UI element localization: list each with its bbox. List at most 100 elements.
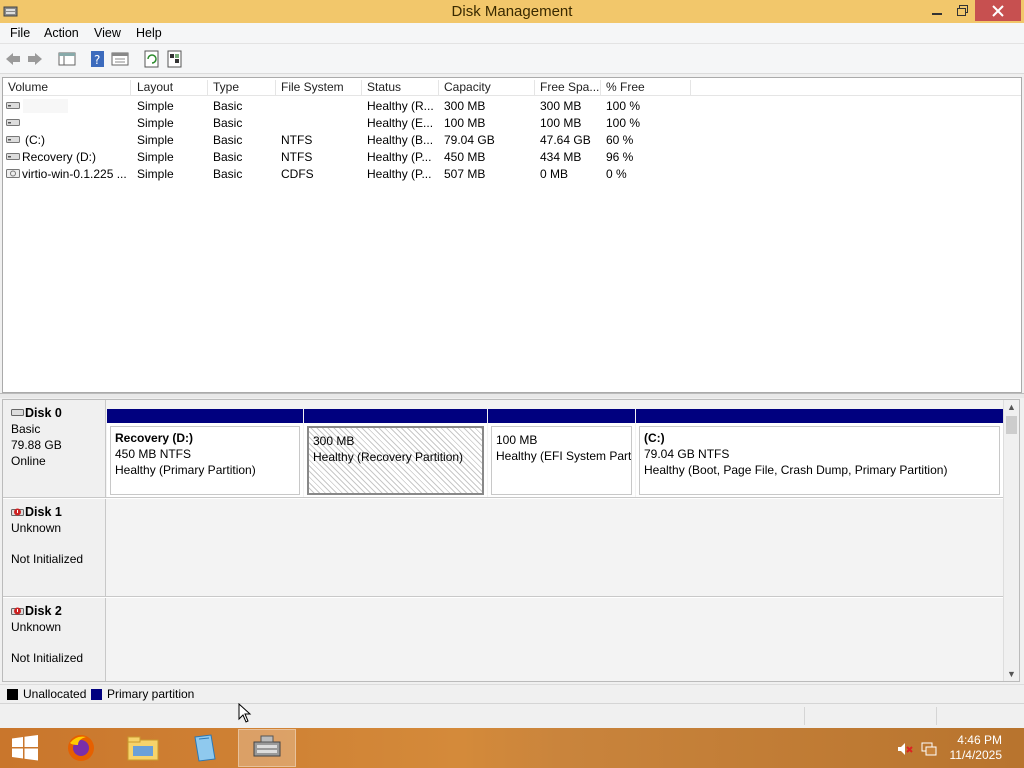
cell-layout: Simple: [137, 150, 174, 164]
status-bar: [0, 703, 1024, 728]
disk-1-type: Unknown: [11, 521, 62, 535]
disk-2-type: Unknown: [11, 620, 62, 634]
cell-file-system: NTFS: [281, 150, 313, 164]
column-header-layout[interactable]: Layout: [132, 80, 208, 96]
close-button[interactable]: [975, 0, 1021, 21]
drive-icon: [6, 119, 20, 126]
column-header-status[interactable]: Status: [362, 80, 439, 96]
partition-status: Healthy (Boot, Page File, Crash Dump, Pr…: [644, 463, 948, 477]
taskbar-help-app[interactable]: [176, 729, 234, 767]
disk-view-scrollbar[interactable]: ▲ ▼: [1003, 400, 1019, 681]
volume-list: Volume Layout Type File System Status Ca…: [2, 77, 1022, 393]
disk-0-partitions: Recovery (D:) 450 MB NTFS Healthy (Prima…: [106, 400, 1006, 498]
back-icon[interactable]: [4, 50, 22, 68]
cell-file-system: CDFS: [281, 167, 314, 181]
menu-view[interactable]: View: [94, 26, 121, 40]
table-row[interactable]: virtio-win-0.1.225 ... Simple Basic CDFS…: [3, 165, 1021, 182]
cell-status: Healthy (P...: [367, 150, 432, 164]
taskbar-clock[interactable]: 4:46 PM 11/4/2025: [950, 733, 1003, 763]
drive-icon: [6, 153, 20, 160]
menu-action[interactable]: Action: [44, 26, 79, 40]
toolbar: ?: [0, 44, 1024, 74]
pane-splitter[interactable]: [0, 393, 1024, 398]
help-icon[interactable]: ?: [89, 50, 107, 68]
refresh-icon[interactable]: [143, 50, 161, 68]
cell-volume: [23, 99, 68, 113]
disk-2-area[interactable]: [106, 598, 1006, 681]
clock-time: 4:46 PM: [957, 733, 1002, 747]
partition-body: Recovery (D:) 450 MB NTFS Healthy (Prima…: [110, 426, 300, 495]
cell-layout: Simple: [137, 167, 174, 181]
disk-1-name: Disk 1: [11, 505, 105, 519]
scroll-up-icon[interactable]: ▲: [1007, 402, 1016, 412]
cell-percent-free: 0 %: [606, 167, 627, 181]
status-segment: [936, 707, 1024, 725]
cell-type: Basic: [213, 150, 243, 164]
table-row[interactable]: Recovery (D:) Simple Basic NTFS Healthy …: [3, 148, 1021, 165]
disk-0-type: Basic: [11, 422, 41, 436]
column-header-capacity[interactable]: Capacity: [439, 80, 535, 96]
legend-unallocated: Unallocated: [23, 687, 87, 701]
close-icon: [992, 4, 1004, 17]
disk-0-label[interactable]: Disk 0 Basic 79.88 GB Online: [3, 400, 106, 498]
disk-1-area[interactable]: [106, 499, 1006, 597]
cell-layout: Simple: [137, 99, 174, 113]
rescan-disks-icon[interactable]: [166, 50, 184, 68]
partition-size: 79.04 GB NTFS: [644, 447, 730, 461]
taskbar-disk-management[interactable]: [238, 729, 296, 767]
cell-type: Basic: [213, 167, 243, 181]
network-icon[interactable]: [921, 741, 937, 757]
column-header-percent-free[interactable]: % Free: [601, 80, 691, 96]
show-hide-console-tree-icon[interactable]: [58, 50, 76, 68]
disk-1-label[interactable]: Disk 1 Unknown Not Initialized: [3, 499, 106, 597]
cell-status: Healthy (P...: [367, 167, 432, 181]
primary-partition-band: [304, 409, 487, 423]
table-row[interactable]: Simple Basic Healthy (R... 300 MB 300 MB…: [3, 97, 1021, 114]
drive-icon: [6, 136, 20, 143]
cell-layout: Simple: [137, 133, 174, 147]
partition-c[interactable]: (C:) 79.04 GB NTFS Healthy (Boot, Page F…: [636, 409, 1003, 497]
scroll-down-icon[interactable]: ▼: [1007, 669, 1016, 679]
column-header-file-system[interactable]: File System: [276, 80, 362, 96]
menu-help[interactable]: Help: [136, 26, 162, 40]
status-segment: [804, 707, 936, 725]
cell-status: Healthy (B...: [367, 133, 434, 147]
partition-body: 100 MB Healthy (EFI System Partiti: [491, 426, 632, 495]
disk-0-name: Disk 0: [11, 406, 105, 420]
partition-size: 100 MB: [496, 433, 538, 447]
table-row[interactable]: (C:) Simple Basic NTFS Healthy (B... 79.…: [3, 131, 1021, 148]
properties-icon[interactable]: [111, 50, 129, 68]
partition-recovery-d[interactable]: Recovery (D:) 450 MB NTFS Healthy (Prima…: [107, 409, 303, 497]
folder-icon: [127, 736, 159, 761]
taskbar-file-explorer[interactable]: [114, 729, 172, 767]
window-title: Disk Management: [451, 3, 573, 20]
column-header-volume[interactable]: Volume: [3, 80, 131, 96]
taskbar-firefox[interactable]: [52, 729, 110, 767]
cell-layout: Simple: [137, 116, 174, 130]
table-row[interactable]: Simple Basic Healthy (E... 100 MB 100 MB…: [3, 114, 1021, 131]
cd-drive-icon: [6, 169, 20, 178]
help-book-icon: [194, 734, 216, 762]
cell-capacity: 450 MB: [444, 150, 486, 164]
volume-muted-icon[interactable]: [897, 741, 913, 757]
computer-management-icon: [253, 735, 281, 757]
cell-free-space: 47.64 GB: [540, 133, 591, 147]
disk-not-initialized-icon: [11, 508, 24, 516]
disk-2-label[interactable]: Disk 2 Unknown Not Initialized: [3, 598, 106, 681]
forward-icon[interactable]: [26, 50, 44, 68]
column-header-free-space[interactable]: Free Spa...: [535, 80, 601, 96]
legend-primary-partition: Primary partition: [107, 687, 195, 701]
restore-icon: [956, 5, 968, 16]
restore-button[interactable]: [949, 0, 975, 21]
menu-file[interactable]: File: [10, 26, 30, 40]
partition-status: Healthy (EFI System Partiti: [496, 449, 632, 463]
disk-2-name: Disk 2: [11, 604, 105, 618]
partition-size: 300 MB: [313, 434, 355, 448]
partition-efi-system[interactable]: 100 MB Healthy (EFI System Partiti: [488, 409, 635, 497]
start-button[interactable]: [0, 729, 50, 767]
cell-percent-free: 100 %: [606, 116, 641, 130]
column-header-type[interactable]: Type: [208, 80, 276, 96]
scroll-thumb[interactable]: [1006, 416, 1017, 434]
partition-recovery-300mb[interactable]: 300 MB Healthy (Recovery Partition): [304, 409, 487, 497]
minimize-button[interactable]: [924, 0, 950, 21]
